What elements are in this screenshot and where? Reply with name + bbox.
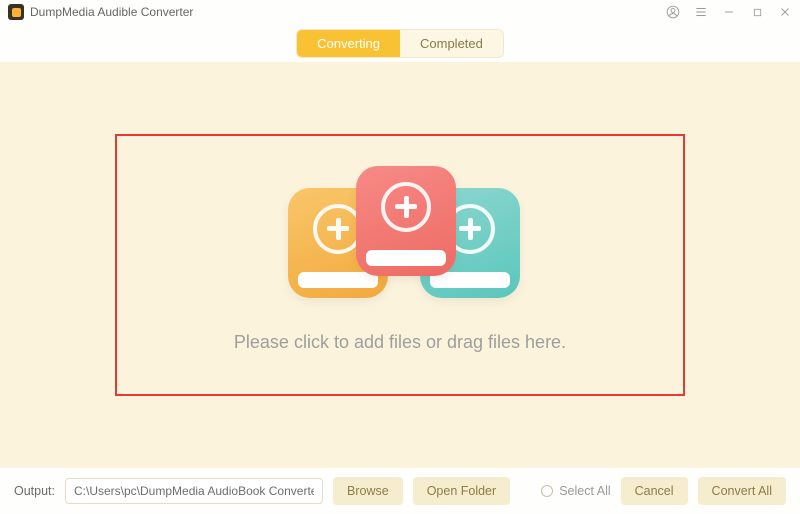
output-label: Output: xyxy=(14,484,55,498)
book-pages xyxy=(366,250,446,266)
menu-icon[interactable] xyxy=(694,5,708,19)
app-title: DumpMedia Audible Converter xyxy=(30,5,193,19)
tabs: Converting Completed xyxy=(296,29,504,58)
output-path-field[interactable] xyxy=(65,478,323,504)
browse-button[interactable]: Browse xyxy=(333,477,403,505)
footer-bar: Output: Browse Open Folder Select All Ca… xyxy=(0,468,800,514)
window-controls xyxy=(666,5,792,19)
select-all-toggle[interactable]: Select All xyxy=(541,484,610,498)
cancel-button[interactable]: Cancel xyxy=(621,477,688,505)
dropzone-hint: Please click to add files or drag files … xyxy=(234,332,566,353)
content-area: Please click to add files or drag files … xyxy=(0,62,800,468)
dropzone-illustration xyxy=(280,166,520,306)
tab-bar: Converting Completed xyxy=(0,24,800,62)
radio-icon xyxy=(541,485,553,497)
convert-all-button[interactable]: Convert All xyxy=(698,477,786,505)
minimize-icon[interactable] xyxy=(722,5,736,19)
add-book-red-icon xyxy=(356,166,456,276)
account-icon[interactable] xyxy=(666,5,680,19)
file-dropzone[interactable]: Please click to add files or drag files … xyxy=(115,134,685,396)
close-icon[interactable] xyxy=(778,5,792,19)
maximize-icon[interactable] xyxy=(750,5,764,19)
book-pages xyxy=(298,272,378,288)
app-icon-inner xyxy=(12,8,21,17)
app-icon xyxy=(8,4,24,20)
plus-icon xyxy=(381,182,431,232)
tab-completed[interactable]: Completed xyxy=(400,30,503,57)
titlebar: DumpMedia Audible Converter xyxy=(0,0,800,24)
tab-converting[interactable]: Converting xyxy=(297,30,400,57)
select-all-label: Select All xyxy=(559,484,610,498)
open-folder-button[interactable]: Open Folder xyxy=(413,477,510,505)
